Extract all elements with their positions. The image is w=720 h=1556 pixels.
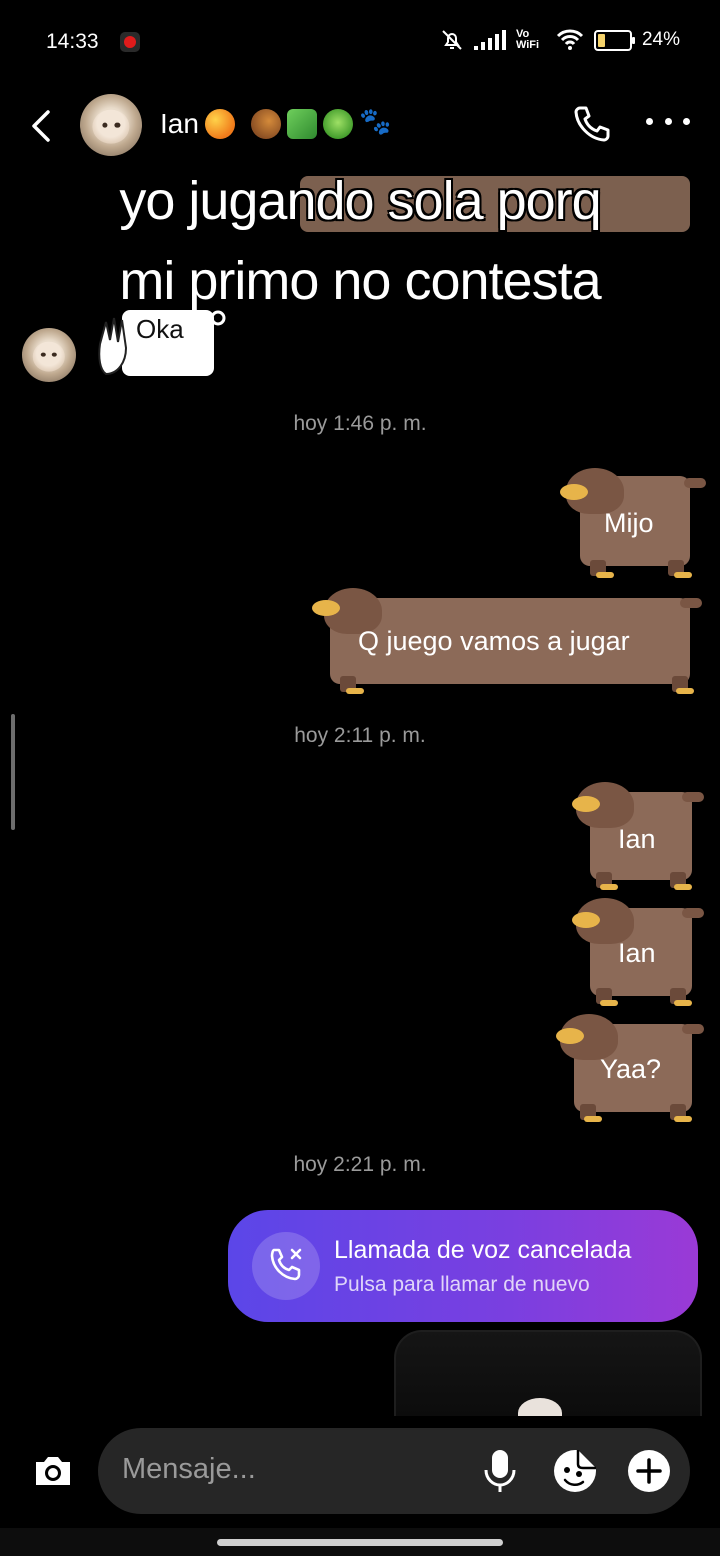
message-text: Ian (618, 824, 656, 854)
vowifi-label: Vo WiFi (515, 28, 540, 51)
frog-emoji (322, 109, 353, 139)
money-emoji (286, 109, 317, 139)
battery-percent: 24% (641, 29, 680, 50)
home-indicator[interactable] (217, 1539, 503, 1546)
caption-line-1: yo jugando sola porq (119, 171, 601, 231)
message-bubble[interactable]: Ian (570, 898, 704, 1006)
message-text: Q juego vamos a jugar (358, 626, 630, 656)
mic-icon[interactable] (478, 1446, 522, 1496)
plus-icon[interactable] (626, 1448, 672, 1494)
timestamp: hoy 2:21 p. m. (293, 1153, 427, 1176)
sticker-text: Oka (136, 314, 184, 344)
camera-icon[interactable] (30, 1448, 76, 1494)
timestamp: hoy 1:46 p. m. (293, 412, 427, 435)
more-icon[interactable] (646, 118, 690, 128)
battery-icon (593, 29, 635, 51)
scrollbar[interactable] (11, 714, 15, 830)
back-icon[interactable] (24, 106, 60, 146)
message-bubble[interactable]: Mijo (556, 468, 706, 578)
signal-icon (473, 30, 506, 50)
message-placeholder: Mensaje... (122, 1453, 256, 1485)
contact-avatar[interactable] (80, 94, 142, 156)
contact-name-text: Ian (160, 108, 199, 139)
message-bubble[interactable]: Ian (570, 782, 704, 890)
snail-emoji (250, 109, 281, 139)
message-text: Yaa? (600, 1054, 662, 1084)
contact-name[interactable]: Ian (160, 107, 391, 140)
wifi-icon (556, 29, 584, 50)
status-time: 14:33 (46, 30, 99, 53)
message-text: Ian (618, 938, 656, 968)
timestamp: hoy 2:11 p. m. (294, 724, 426, 747)
call-cancelled-icon (252, 1232, 320, 1300)
screen-record-icon (120, 32, 140, 52)
mango-emoji (204, 109, 235, 139)
status-icons: Vo WiFi 24% (440, 28, 680, 52)
message-bubble[interactable]: Yaa? (554, 1014, 704, 1122)
call-subtitle: Pulsa para llamar de nuevo (334, 1273, 590, 1296)
media-message-preview[interactable] (394, 1330, 702, 1418)
mute-bell-icon (442, 30, 462, 50)
phone-icon[interactable] (570, 102, 614, 146)
message-bubble[interactable]: Q juego vamos a jugar (310, 588, 702, 696)
message-text: Mijo (604, 508, 654, 538)
contact-avatar-small[interactable] (22, 328, 76, 382)
paw-prints-emoji (359, 107, 391, 139)
call-title: Llamada de voz cancelada (334, 1236, 632, 1264)
sticker-icon[interactable] (550, 1446, 600, 1496)
